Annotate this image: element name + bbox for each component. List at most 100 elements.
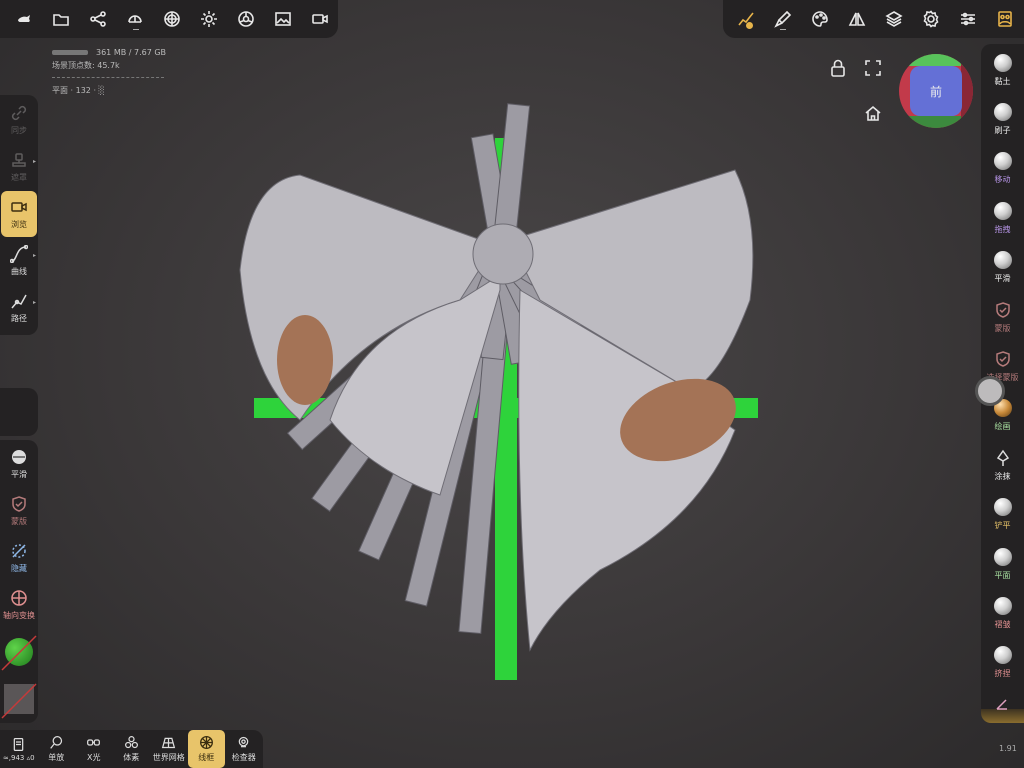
palette-icon[interactable] <box>801 0 838 38</box>
material-sphere-icon[interactable] <box>154 0 191 38</box>
mesh-strip <box>498 242 598 295</box>
sculpt-tool-8[interactable]: 涂抹 <box>981 441 1024 489</box>
view-inspector[interactable]: 检查器 <box>225 730 263 768</box>
sculpt-tool-0[interactable]: 黏土 <box>981 46 1024 94</box>
mask-shield-icon <box>995 351 1010 367</box>
sculpt-tool-11[interactable]: 褶皱 <box>981 589 1024 637</box>
tool-curve[interactable]: 曲线 ▸ <box>0 238 38 284</box>
mesh-strip <box>404 250 515 607</box>
sculpt-tool-2[interactable]: 移动 <box>981 145 1024 193</box>
view-xray[interactable]: X光 <box>75 730 113 768</box>
left-toolbar-slot[interactable] <box>0 388 38 436</box>
angle-tool-icon[interactable] <box>994 696 1010 712</box>
mask-shield-icon <box>995 301 1010 318</box>
magnify-icon <box>49 736 62 749</box>
tool-smooth[interactable]: 平滑 <box>0 441 38 487</box>
mesh-cone-left-inside <box>277 315 333 405</box>
image-icon[interactable] <box>264 0 301 38</box>
brush-size-knob[interactable] <box>975 376 1005 406</box>
submenu-caret-icon: ▸ <box>32 158 36 165</box>
mesh-strip <box>358 248 514 561</box>
layers-icon[interactable] <box>876 0 913 38</box>
tool-axis[interactable]: 轴向变换 <box>0 582 38 628</box>
tool-label: 隐藏 <box>11 564 27 573</box>
curve-icon <box>10 245 28 263</box>
mesh-strip <box>286 245 512 451</box>
brush-ball-icon <box>993 152 1012 171</box>
link-icon <box>11 105 27 121</box>
gizmo-bottom-face[interactable] <box>909 116 963 128</box>
mesh-strip <box>311 246 513 512</box>
sculpt-tool-label: 蒙版 <box>994 323 1011 333</box>
home-icon[interactable] <box>862 102 884 124</box>
mesh-strip <box>492 248 562 359</box>
sculpt-tool-label: 铲平 <box>994 521 1011 531</box>
tool-link[interactable]: 同步 <box>0 97 38 143</box>
view-wireframe[interactable]: 线框 <box>187 730 225 768</box>
scene-graph-icon[interactable] <box>80 0 117 38</box>
tool-camera[interactable]: 浏览 <box>1 191 37 237</box>
disabled-slash-icons <box>1 635 37 719</box>
toolbar-left <box>0 0 338 38</box>
symmetry-icon[interactable] <box>838 0 875 38</box>
mesh-cone-left <box>239 174 496 421</box>
view-cube-gizmo[interactable]: 前 <box>899 54 973 128</box>
smooth-icon <box>12 450 26 464</box>
tool-mask[interactable]: 蒙版 <box>0 488 38 534</box>
axis-icon <box>11 590 27 606</box>
view-label: X光 <box>87 753 101 762</box>
camera-icon[interactable] <box>301 0 338 38</box>
view-scene[interactable]: ≈,943 ▵0 <box>0 730 38 768</box>
sculpt-tool-9[interactable]: 铲平 <box>981 491 1024 539</box>
topology-icon[interactable] <box>117 0 154 38</box>
tool-label: 同步 <box>11 126 27 135</box>
bottom-toolbar: ≈,943 ▵0 单放 X光 体素 世界网格 线框 检查器 <box>0 730 263 768</box>
folder-icon[interactable] <box>43 0 80 38</box>
post-process-icon[interactable] <box>227 0 264 38</box>
app-menu-icon[interactable] <box>6 0 43 38</box>
view-voxel[interactable]: 体素 <box>113 730 151 768</box>
view-label: ≈,943 ▵0 <box>2 753 35 762</box>
light-icon[interactable] <box>190 0 227 38</box>
settings-icon[interactable] <box>913 0 950 38</box>
view-magnify[interactable]: 单放 <box>38 730 76 768</box>
sculpt-tool-12[interactable]: 挤捏 <box>981 639 1024 687</box>
left-toolbar-bottom: 平滑蒙版隐藏轴向变换 <box>0 440 38 723</box>
sculpt-tool-label: 刷子 <box>994 125 1011 135</box>
tool-path[interactable]: 路径 ▸ <box>0 285 38 331</box>
sculpt-tool-5[interactable]: 蒙版 <box>981 293 1024 341</box>
user-icon[interactable] <box>987 0 1024 38</box>
gizmo-right-face[interactable] <box>961 64 973 118</box>
gizmo-front-face[interactable]: 前 <box>910 66 962 116</box>
submenu-caret-icon: ▸ <box>32 299 36 306</box>
view-grid[interactable]: 世界网格 <box>150 730 188 768</box>
sculpt-tool-4[interactable]: 平滑 <box>981 244 1024 292</box>
gizmo-top-face[interactable] <box>909 54 963 66</box>
brush-icon[interactable] <box>764 0 801 38</box>
grid-icon <box>162 737 176 749</box>
sculpt-tool-label: 拖拽 <box>994 224 1011 234</box>
stats-divider <box>52 77 164 78</box>
tool-label: 蒙版 <box>11 517 27 526</box>
mesh-fan-left <box>329 274 501 496</box>
view-label: 检查器 <box>231 753 256 762</box>
sculpt-tool-3[interactable]: 拖拽 <box>981 194 1024 242</box>
tool-stamp[interactable]: 遮罩 ▸ <box>0 144 38 190</box>
xray-icon <box>87 739 101 746</box>
lock-icon[interactable] <box>827 57 849 79</box>
sculpt-tool-1[interactable]: 刷子 <box>981 95 1024 143</box>
sculpt-tool-label: 平面 <box>994 570 1011 580</box>
memory-bar <box>52 50 88 55</box>
view-label: 世界网格 <box>152 753 185 762</box>
sculpt-tool-10[interactable]: 平面 <box>981 540 1024 588</box>
stroke-icon[interactable] <box>727 0 764 38</box>
mesh-strip <box>280 243 510 390</box>
sliders-icon[interactable] <box>950 0 987 38</box>
stamp-icon <box>12 153 26 167</box>
object-info[interactable]: 平面 · 132 · ░ <box>52 84 166 97</box>
fullscreen-icon[interactable] <box>862 57 884 79</box>
sculpt-tool-label: 平滑 <box>994 274 1011 284</box>
topology-indicator <box>132 29 139 30</box>
brush-ball-icon <box>993 251 1012 270</box>
tool-hide[interactable]: 隐藏 <box>0 535 38 581</box>
